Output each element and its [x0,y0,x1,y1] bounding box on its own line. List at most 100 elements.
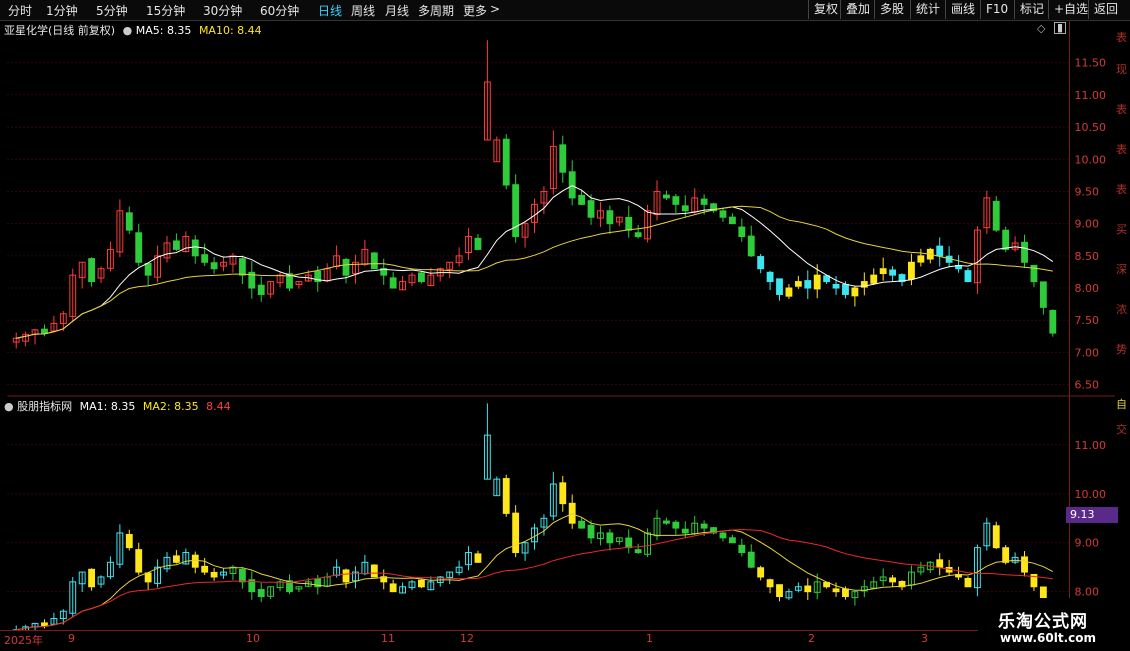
sub-candle-body [889,577,897,583]
sub-candle-body [672,521,680,529]
sub-candle-body [738,544,746,554]
candle-body [964,270,972,283]
sub-candle-body [474,553,482,563]
date-label-nov: 11 [381,632,395,645]
sub-candle-body [512,512,520,554]
candle-body [144,262,152,276]
date-label-sep: 9 [68,632,75,645]
y-tick-label: 10.50 [1075,121,1107,134]
sub-candle-body [587,524,595,539]
candle-body [417,272,425,283]
sub-candle-body [757,567,765,578]
candle-body [606,210,614,225]
sub-candle-body [1021,556,1028,573]
draw-line-button[interactable]: 画线 [945,0,980,19]
candle-body [512,184,520,238]
period-tab-daily[interactable]: 日线 [318,2,342,19]
candle-body [578,194,586,205]
y-tick-label: 10.00 [1075,488,1107,501]
candle-body [719,210,727,218]
overlay-button[interactable]: 叠加 [840,0,875,19]
adjust-button[interactable]: 复权 [808,0,843,19]
date-label-jan: 1 [646,632,653,645]
period-tab-5min[interactable]: 5分钟 [96,2,128,19]
candle-body [879,268,887,275]
date-label-oct: 10 [246,632,260,645]
candle-body [681,205,689,212]
y-tick-label: 11.00 [1075,439,1107,452]
add-watchlist-button[interactable]: +自选 [1048,0,1093,19]
candle-body [625,216,633,231]
sub-candle-body [832,588,840,593]
kline-chart[interactable]: 11.50 11.00 10.50 10.00 9.50 9.00 8.50 8.00 7.50… [0,21,1130,631]
statistics-button[interactable]: 统计 [910,0,945,19]
candle-body [766,271,774,283]
period-tab-1min[interactable]: 1分钟 [46,2,78,19]
candle-body [936,245,944,257]
current-price-tag: 9.13 [1066,507,1118,523]
candle-body [663,194,670,199]
period-tab-monthly[interactable]: 月线 [385,2,409,19]
candle-body [191,239,199,257]
candle-body [1049,309,1057,334]
candle-body [257,284,265,295]
period-tab-60min[interactable]: 60分钟 [260,2,299,19]
candle-body [342,259,350,276]
y-tick-label: 8.00 [1075,586,1100,599]
date-label-year: 2025年 [4,634,43,647]
main-candles [12,40,1057,349]
sub-candle-body [370,564,378,578]
date-label-dec: 12 [460,632,474,645]
candle-body [870,274,878,284]
period-tab-multi[interactable]: 多周期 [418,2,454,19]
period-tab-30min[interactable]: 30分钟 [203,2,242,19]
candle-body [728,216,736,225]
sub-candle-body [747,551,755,568]
candle-body [210,262,218,270]
sub-candle-body [578,520,586,529]
period-tab-weekly[interactable]: 周线 [351,2,375,19]
sub-candle-body [766,579,774,588]
y-tick-label: 9.50 [1075,185,1100,198]
date-axis: 2025年 9 10 11 12 1 2 3 [0,630,1130,651]
period-tab-timeshare[interactable]: 分时 [8,2,32,19]
y-tick-label: 9.00 [1075,537,1100,550]
candle-body [88,258,96,283]
multi-stock-button[interactable]: 多股 [874,0,909,19]
candle-body [634,232,642,238]
y-tick-label: 6.50 [1075,379,1100,392]
right-info-strip: 表现表表 表买深浓势 自交 [1115,21,1130,631]
y-tick-label: 7.50 [1075,314,1100,327]
sub-candle-body [681,528,689,534]
sub-candle-body [417,579,425,588]
period-tab-15min[interactable]: 15分钟 [146,2,185,19]
sub-candle-body [144,572,152,583]
sub-candle-body [1002,547,1010,563]
f10-button[interactable]: F10 [980,0,1013,19]
sub-candle-body [559,482,567,505]
sub-candle-body [502,478,510,514]
period-tab-more[interactable]: 更多 [463,2,487,19]
candle-body [125,212,133,231]
y-tick-label: 9.00 [1075,218,1100,231]
candle-body [851,287,859,297]
y-tick-label: 11.50 [1075,57,1107,70]
sub-candle-body [842,588,849,598]
candle-body [842,283,849,295]
chevron-right-icon[interactable]: > [490,2,500,16]
candle-body [201,254,209,263]
y-tick-label: 8.50 [1075,250,1100,263]
sub-candle-body [125,534,133,549]
candle-body [370,252,378,270]
candle-body [832,283,840,289]
sub-candle-body [135,549,143,573]
candle-body [238,258,246,276]
main-y-axis: 11.50 11.00 10.50 10.00 9.50 9.00 8.50 8.00 7.50… [1075,57,1107,392]
sub-candle-body [606,532,614,544]
back-button[interactable]: 返回 [1088,0,1123,19]
sub-candle-body [728,537,736,544]
mark-button[interactable]: 标记 [1014,0,1049,19]
date-label-mar: 3 [921,632,928,645]
candle-body [794,281,802,287]
candle-body [172,240,180,250]
